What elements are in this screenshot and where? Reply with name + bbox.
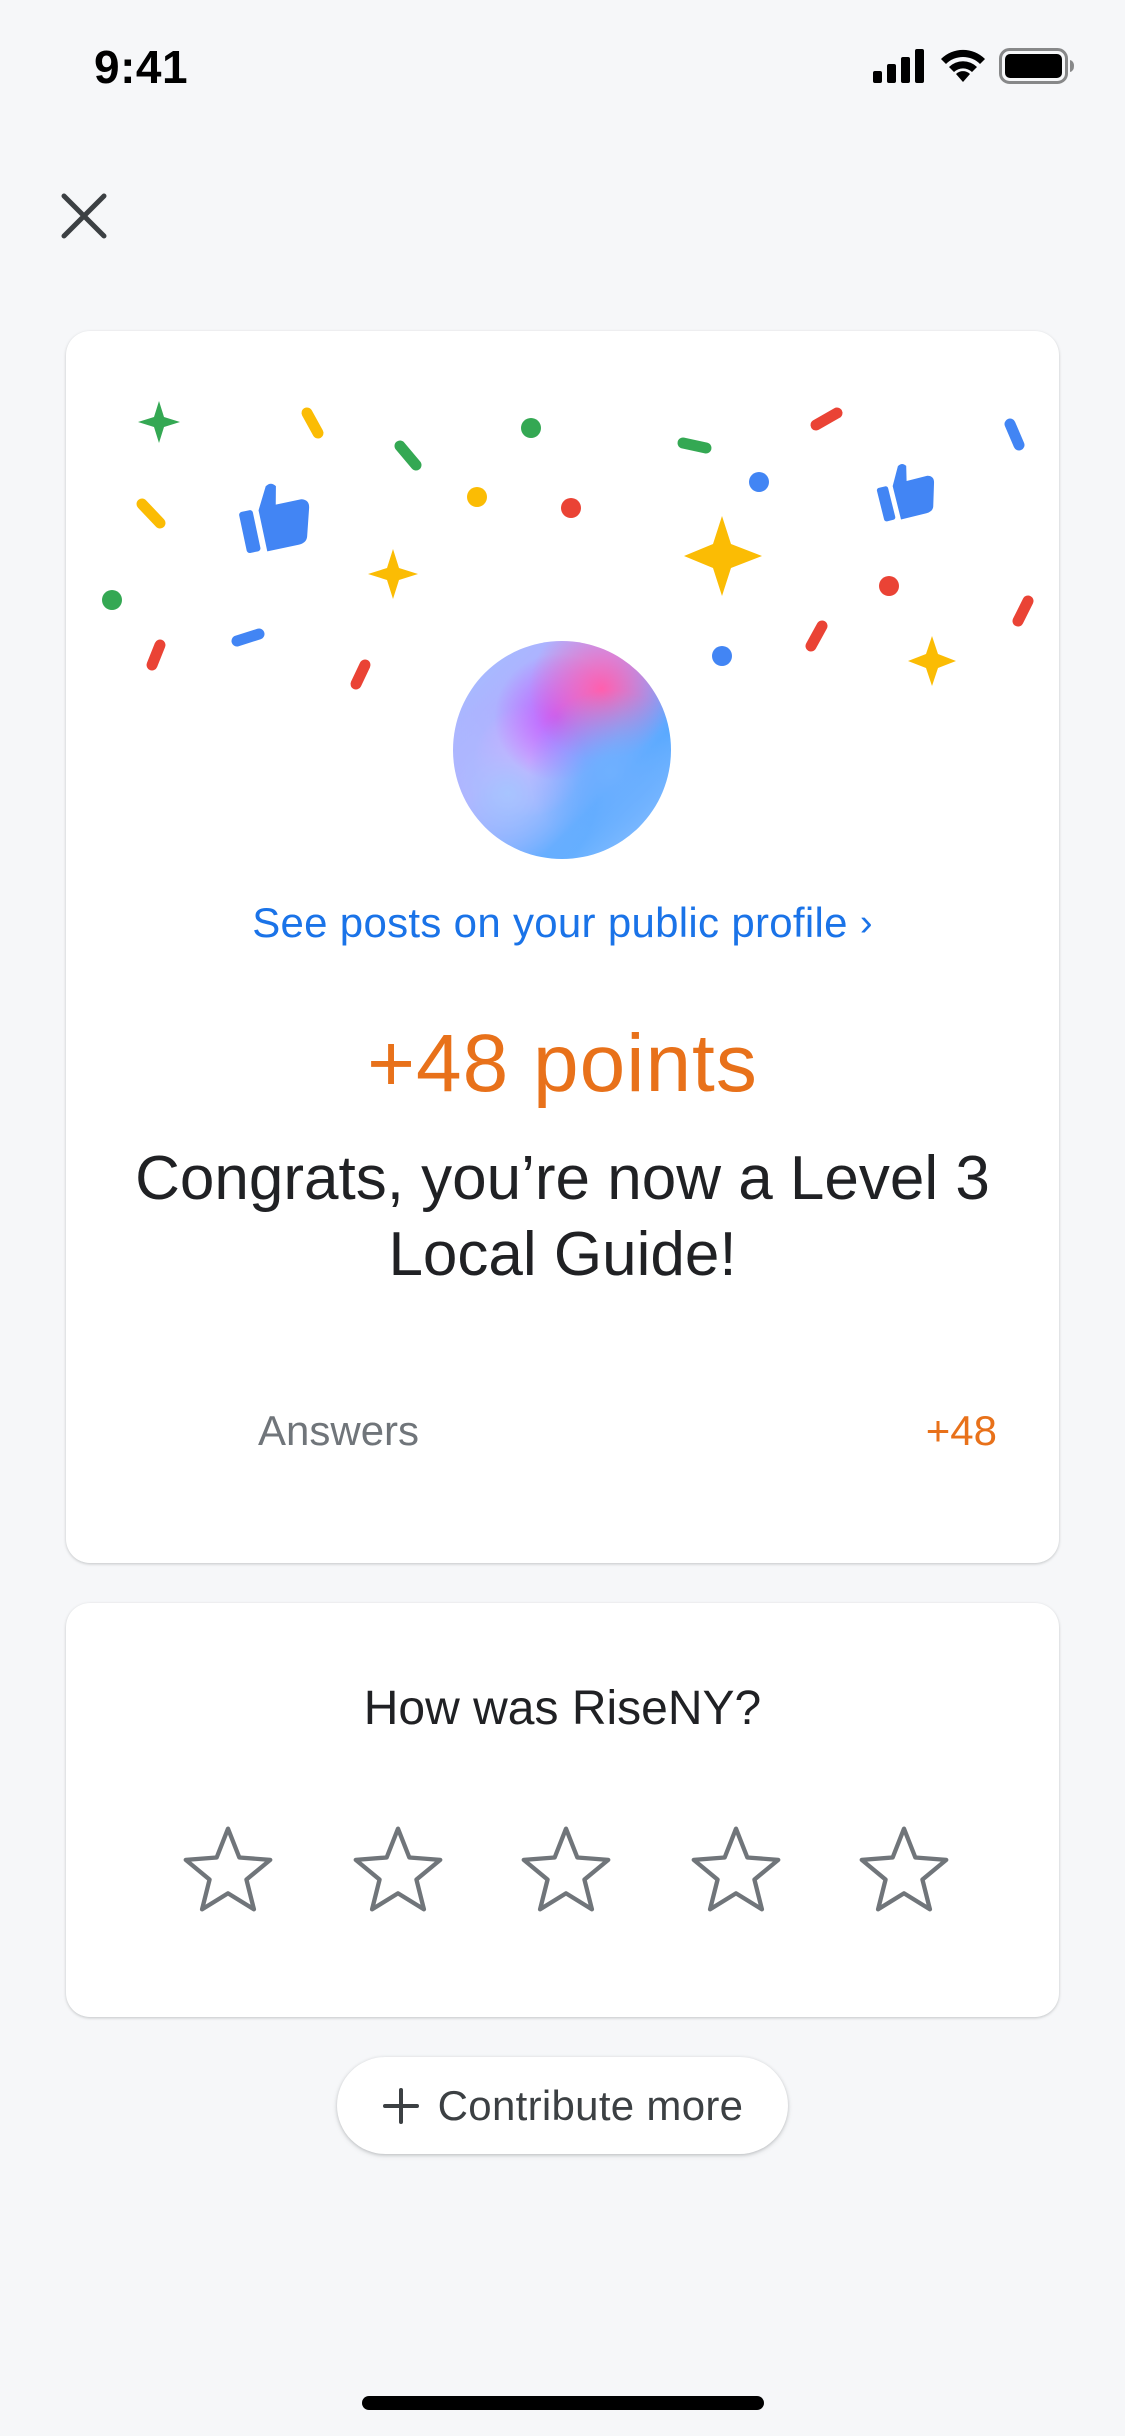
status-icons [873, 48, 1075, 84]
status-bar: 9:41 [0, 0, 1125, 140]
battery-icon [999, 48, 1074, 84]
reward-card: See posts on your public profile › +48 po… [66, 331, 1059, 1563]
thumbs-up-icon [239, 483, 310, 554]
rating-card: How was RiseNY? [66, 1603, 1059, 2017]
star-4-icon[interactable] [688, 1821, 784, 1917]
contribute-more-button[interactable]: Contribute more [337, 2057, 788, 2154]
sparkle-icon [684, 516, 762, 596]
contribute-more-label: Contribute more [437, 2081, 744, 2129]
star-1-icon[interactable] [180, 1821, 276, 1917]
chevron-right-icon: › [859, 902, 873, 944]
star-3-icon[interactable] [518, 1821, 614, 1917]
wifi-icon [941, 49, 985, 82]
points-earned: +48 points [367, 1018, 758, 1109]
level-up-message: Congrats, you’re now a Level 3 Local Gui… [135, 1144, 990, 1289]
star-5-icon[interactable] [856, 1821, 952, 1917]
cellular-signal-icon [873, 49, 924, 83]
status-time: 9:41 [94, 41, 189, 93]
rating-question: How was RiseNY? [363, 1682, 762, 1735]
avatar[interactable] [453, 641, 671, 859]
close-icon [61, 193, 107, 239]
sparkle-icon [368, 549, 418, 599]
breakdown-value: +48 [925, 1407, 997, 1454]
plus-icon [382, 2087, 419, 2124]
sparkle-icon [138, 401, 180, 443]
thumbs-up-icon [876, 463, 935, 522]
sparkle-icon [908, 636, 956, 686]
public-profile-link-label: See posts on your public profile [252, 899, 848, 946]
star-2-icon[interactable] [350, 1821, 446, 1917]
public-profile-link[interactable]: See posts on your public profile › [66, 899, 1059, 947]
home-indicator[interactable] [362, 2396, 764, 2410]
star-rating [66, 1821, 1059, 1931]
breakdown-label: Answers [258, 1407, 420, 1454]
close-button[interactable] [48, 180, 120, 252]
